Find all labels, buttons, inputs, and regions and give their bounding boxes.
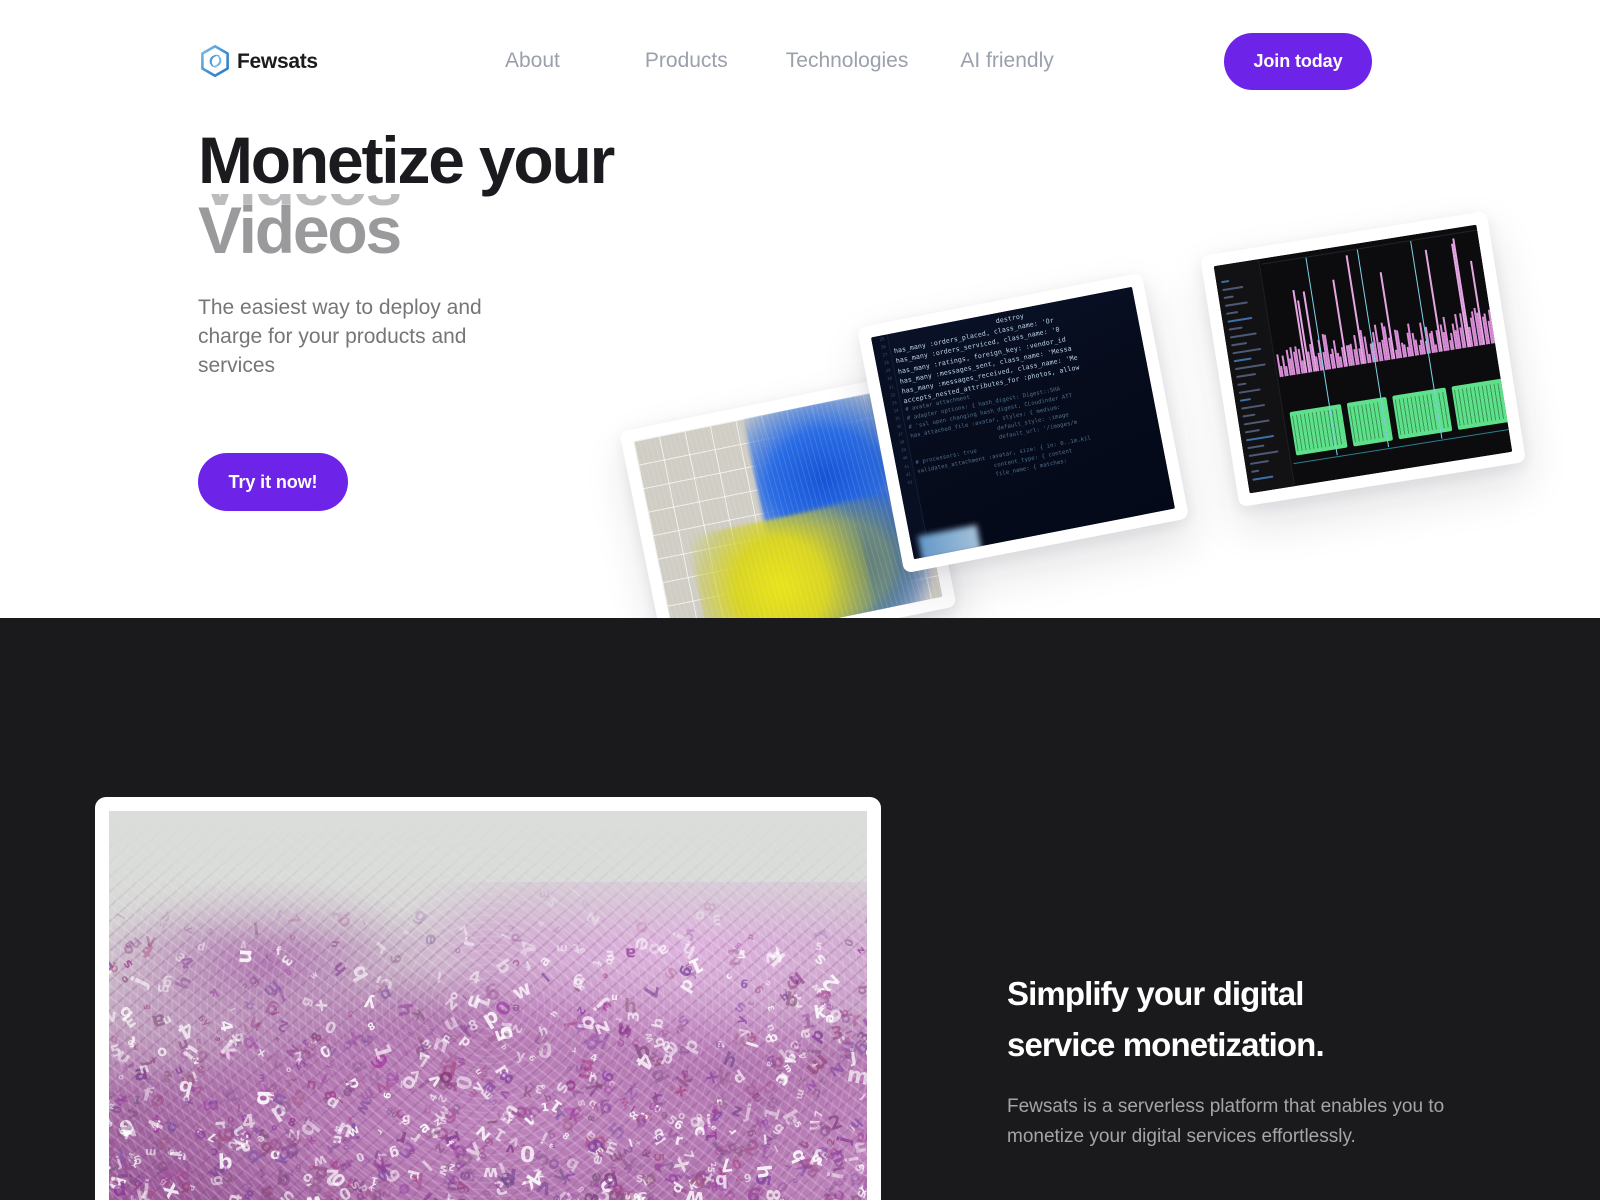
try-it-now-button[interactable]: Try it now! <box>198 453 348 511</box>
nav-item-technologies[interactable]: Technologies <box>786 48 909 74</box>
code-editor-image: 25 26 27 28 29 30 31 32 33 34 35 36 37 38 39 40 41 42 43 d… <box>870 286 1176 560</box>
feature-body-text: Fewsats is a serverless platform that en… <box>1007 1096 1445 1147</box>
landing-page: Fewsats About Products Technologies AI f… <box>0 0 1600 1200</box>
feature-section: ufnkms3aw3n3p8qzvwcgmnl6wlfysx9cp3d8fy8k… <box>0 618 1600 1200</box>
feature-title-line1: Simplify your digital <box>1007 975 1304 1012</box>
fewsats-hexagon-logo-icon <box>201 45 229 77</box>
join-today-button[interactable]: Join today <box>1224 33 1372 90</box>
brand-logo-link[interactable]: Fewsats <box>200 45 318 77</box>
feature-text-block: Simplify your digital service monetizati… <box>1007 968 1467 1152</box>
nav-item-about[interactable]: About <box>505 48 560 74</box>
nav-item-products[interactable]: Products <box>645 48 728 74</box>
hero-card-video-editor[interactable] <box>1199 210 1527 508</box>
feature-image-card: ufnkms3aw3n3p8qzvwcgmnl6wlfysx9cp3d8fy8k… <box>95 797 881 1200</box>
hero-subtitle: The easiest way to deploy and charge for… <box>198 295 482 377</box>
purple-3d-letters-pile-image: ufnkms3aw3n3p8qzvwcgmnl6wlfysx9cp3d8fy8k… <box>109 811 867 1200</box>
hero-headline-line1: Monetize your <box>198 123 615 197</box>
hero-content: Monetize your Videos Videos The easiest … <box>198 123 758 511</box>
navbar: Fewsats About Products Technologies AI f… <box>0 0 1600 124</box>
hero-rotating-word: Videos Videos <box>198 194 758 266</box>
feature-title: Simplify your digital service monetizati… <box>1007 968 1467 1070</box>
hero-section: Fewsats About Products Technologies AI f… <box>0 0 1600 618</box>
nav-item-ai-friendly[interactable]: AI friendly <box>960 48 1053 74</box>
hero-card-code-editor[interactable]: 25 26 27 28 29 30 31 32 33 34 35 36 37 38 39 40 41 42 43 d… <box>856 272 1190 574</box>
code-content: destroy has_many :orders_placed, class_na… <box>891 311 1092 494</box>
main-navigation: About Products Technologies AI friendly <box>505 48 1054 74</box>
feature-title-line2: service monetization. <box>1007 1026 1325 1063</box>
brand-name: Fewsats <box>237 49 318 73</box>
video-editor-image <box>1213 224 1513 494</box>
rotating-word-current: Videos <box>198 193 402 266</box>
